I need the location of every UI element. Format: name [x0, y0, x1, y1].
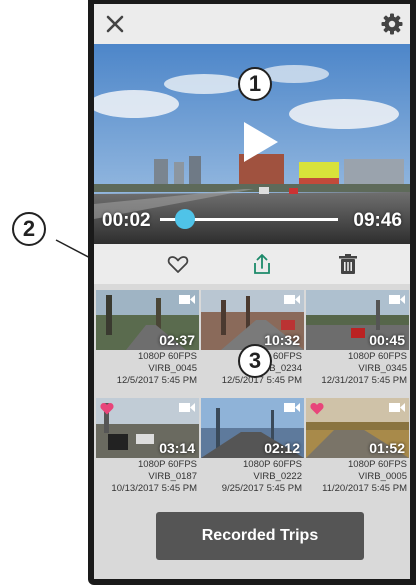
camera-icon — [179, 403, 195, 412]
camera-icon — [284, 403, 300, 412]
video-duration: 00:45 — [369, 332, 405, 348]
gear-icon[interactable] — [380, 12, 404, 36]
video-thumbnail[interactable]: 02:12 — [201, 398, 304, 458]
camera-icon — [389, 403, 405, 412]
video-date: 12/31/2017 5:45 PM — [321, 375, 407, 386]
video-quality: 1080P 60FPS — [348, 459, 407, 470]
progress-thumb[interactable] — [175, 209, 195, 229]
callout-2: 2 — [12, 212, 46, 246]
video-meta: 1080P 60FPS VIRB_0045 12/5/2017 5:45 PM — [96, 351, 199, 387]
video-meta: 1080P 60FPS VIRB_0345 12/31/2017 5:45 PM — [306, 351, 409, 387]
top-bar — [94, 4, 410, 44]
video-tile[interactable]: 00:45 1080P 60FPS VIRB_0345 12/31/2017 5… — [306, 290, 409, 387]
video-duration: 02:37 — [159, 332, 195, 348]
video-gallery: 02:37 1080P 60FPS VIRB_0045 12/5/2017 5:… — [94, 284, 410, 579]
recorded-trips-button[interactable]: Recorded Trips — [156, 512, 364, 560]
video-thumbnail[interactable]: 02:37 — [96, 290, 199, 350]
video-duration: 10:32 — [264, 332, 300, 348]
video-quality: 1080P 60FPS — [138, 351, 197, 362]
video-thumbnail[interactable]: 03:14 — [96, 398, 199, 458]
video-duration: 03:14 — [159, 440, 195, 456]
video-duration: 01:52 — [369, 440, 405, 456]
video-thumbnail[interactable]: 01:52 — [306, 398, 409, 458]
video-filename: VIRB_0005 — [358, 471, 407, 482]
camera-icon — [179, 295, 195, 304]
camera-icon — [389, 295, 405, 304]
video-date: 12/5/2017 5:45 PM — [116, 375, 197, 386]
video-duration: 02:12 — [264, 440, 300, 456]
action-bar — [94, 244, 410, 284]
video-filename: VIRB_0187 — [148, 471, 197, 482]
video-thumbnail[interactable]: 00:45 — [306, 290, 409, 350]
heart-icon[interactable] — [166, 252, 190, 276]
video-quality: 1080P 60FPS — [348, 351, 407, 362]
callout-1: 1 — [238, 67, 272, 101]
video-tile[interactable]: 02:12 1080P 60FPS VIRB_0222 9/25/2017 5:… — [201, 398, 304, 495]
video-quality: 1080P 60FPS — [243, 459, 302, 470]
video-date: 9/25/2017 5:45 PM — [221, 483, 302, 494]
favorite-heart-icon — [310, 403, 324, 415]
current-time: 00:02 — [102, 210, 151, 231]
callout-3: 3 — [238, 344, 272, 378]
video-filename: VIRB_0222 — [253, 471, 302, 482]
video-tile[interactable]: 03:14 1080P 60FPS VIRB_0187 10/13/2017 5… — [96, 398, 199, 495]
video-filename: VIRB_0345 — [358, 363, 407, 374]
share-icon[interactable] — [250, 252, 274, 276]
trash-icon[interactable] — [336, 252, 360, 276]
favorite-heart-icon — [100, 403, 114, 415]
video-tile[interactable]: 02:37 1080P 60FPS VIRB_0045 12/5/2017 5:… — [96, 290, 199, 387]
video-meta: 1080P 60FPS VIRB_0187 10/13/2017 5:45 PM — [96, 459, 199, 495]
total-time: 09:46 — [353, 210, 402, 231]
close-icon[interactable] — [104, 13, 126, 35]
video-meta: 1080P 60FPS VIRB_0005 11/20/2017 5:45 PM — [306, 459, 409, 495]
video-tile[interactable]: 01:52 1080P 60FPS VIRB_0005 11/20/2017 5… — [306, 398, 409, 495]
camera-icon — [284, 295, 300, 304]
video-date: 11/20/2017 5:45 PM — [322, 483, 407, 494]
video-date: 10/13/2017 5:45 PM — [111, 483, 197, 494]
video-quality: 1080P 60FPS — [138, 459, 197, 470]
video-thumbnail[interactable]: 10:32 — [201, 290, 304, 350]
video-meta: 1080P 60FPS VIRB_0222 9/25/2017 5:45 PM — [201, 459, 304, 495]
video-filename: VIRB_0045 — [148, 363, 197, 374]
